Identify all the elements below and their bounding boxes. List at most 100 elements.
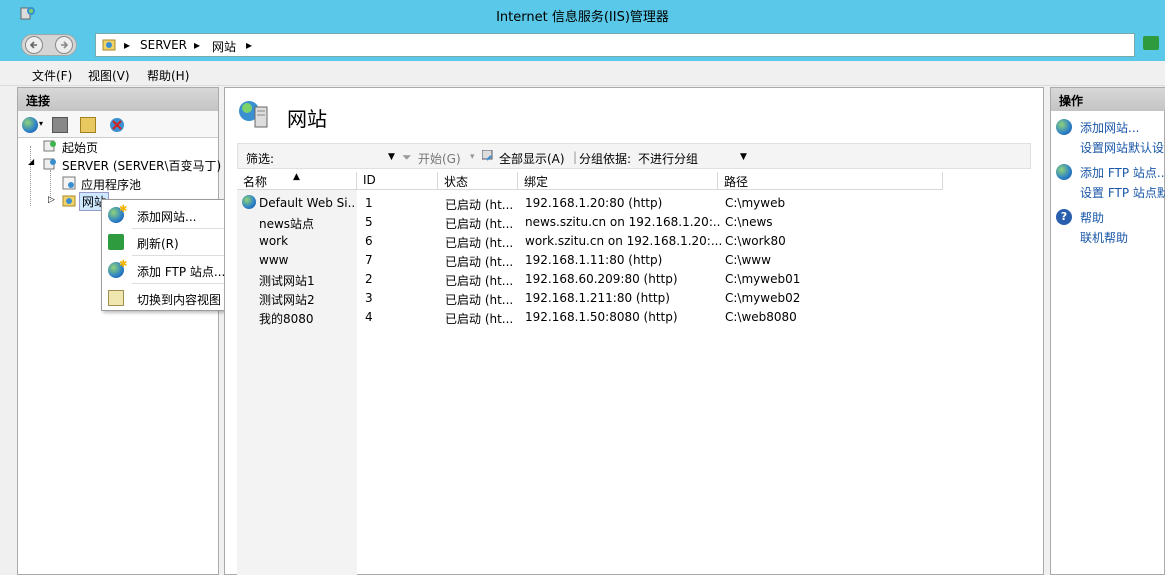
chevron-down-icon[interactable]: ▼ (740, 152, 747, 162)
cell-status: 已启动 (ht... (445, 236, 514, 250)
cell-binding: 192.168.1.211:80 (http) (525, 291, 670, 305)
dropdown-arrow-icon[interactable]: ▾ (39, 119, 43, 128)
cell-name: Default Web Si... (259, 196, 355, 210)
action-set-website-defaults[interactable]: 设置网站默认设 (1080, 139, 1164, 156)
column-header-name[interactable]: 名称 ▲ (237, 172, 357, 190)
action-add-ftp-site[interactable]: 添加 FTP 站点... (1080, 164, 1165, 181)
cell-binding: 192.168.60.209:80 (http) (525, 272, 678, 286)
add-website-icon (1056, 119, 1072, 135)
refresh-icon[interactable] (1143, 36, 1159, 50)
site-icon (242, 195, 256, 209)
cell-binding: 192.168.1.50:8080 (http) (525, 310, 678, 324)
table-row[interactable]: Default Web Si... 1 已启动 (ht... 192.168.1.20… (237, 193, 1031, 212)
column-header-status[interactable]: 状态 (438, 172, 518, 190)
window-title: Internet 信息服务(IIS)管理器 (496, 10, 669, 25)
cell-path: C:\myweb02 (725, 291, 801, 305)
connections-pane: 连接 ▾ 起始页 ◢ SERVER (SERVER\百变马丁) 应用程序池 ▷ … (17, 87, 221, 575)
breadcrumb-sites[interactable]: 网站 (212, 38, 236, 55)
column-header-label: ID (363, 173, 376, 187)
chevron-right-icon: ▸ (246, 38, 253, 52)
chevron-right-icon: ▸ (124, 38, 131, 52)
sort-asc-icon: ▲ (293, 172, 300, 182)
disconnect-icon[interactable] (109, 117, 125, 133)
column-header-path[interactable]: 路径 (718, 172, 943, 190)
funnel-icon[interactable]: ⏷ (402, 150, 412, 165)
cell-binding: 192.168.1.11:80 (http) (525, 253, 663, 267)
cell-binding: news.szitu.cn on 192.168.1.20:... (525, 215, 721, 229)
menu-view[interactable]: 视图(V) (88, 67, 130, 84)
chevron-down-icon[interactable]: ▾ (470, 152, 475, 162)
cell-id: 1 (365, 196, 373, 210)
show-all-icon (481, 149, 496, 165)
context-menu-label: 添加网站... (137, 210, 197, 224)
action-set-ftp-defaults[interactable]: 设置 FTP 站点默 (1080, 184, 1165, 201)
context-menu-label: 切换到内容视图 (137, 293, 222, 307)
group-by-select[interactable]: 不进行分组 (638, 150, 698, 167)
context-menu-label: 添加 FTP 站点... (137, 265, 226, 279)
cell-status: 已启动 (ht... (445, 217, 514, 231)
cell-name: 测试网站1 (259, 274, 315, 288)
cell-status: 已启动 (ht... (445, 293, 514, 307)
title-bar: Internet 信息服务(IIS)管理器 (0, 0, 1165, 29)
sites-heading-icon (237, 99, 271, 131)
connect-icon[interactable] (22, 117, 38, 133)
nav-buttons (21, 34, 77, 56)
table-row[interactable]: 我的8080 4 已启动 (ht... 192.168.1.50:8080 (http… (237, 307, 1031, 326)
filter-input[interactable] (278, 147, 398, 165)
address-box[interactable]: ▸ SERVER ▸ 网站 ▸ (95, 33, 1135, 57)
table-row[interactable]: work 6 已启动 (ht... work.szitu.cn on 192.168.… (237, 231, 1031, 250)
add-ftp-icon (1056, 164, 1072, 180)
cell-name: www (259, 253, 289, 267)
cell-id: 7 (365, 253, 373, 267)
tree-item-server[interactable]: SERVER (SERVER\百变马丁) (62, 157, 221, 174)
chevron-down-icon[interactable]: ▼ (388, 152, 395, 162)
content-view-icon (108, 290, 124, 306)
breadcrumb-server[interactable]: SERVER (140, 38, 187, 52)
cell-path: C:\myweb01 (725, 272, 801, 286)
cell-id: 3 (365, 291, 373, 305)
collapse-arrow-icon[interactable]: ◢ (28, 157, 34, 166)
cell-path: C:\web8080 (725, 310, 797, 324)
menu-bar: 文件(F) 视图(V) 帮助(H) (0, 61, 1165, 86)
table-row[interactable]: news站点 5 已启动 (ht... news.szitu.cn on 192.16… (237, 212, 1031, 231)
column-header-binding[interactable]: 绑定 (518, 172, 718, 190)
action-help[interactable]: 帮助 (1080, 209, 1104, 226)
cell-path: C:\news (725, 215, 773, 229)
tree-item-app-pools[interactable]: 应用程序池 (81, 176, 141, 193)
cell-id: 6 (365, 234, 373, 248)
filter-label: 筛选: (246, 152, 275, 166)
column-header-label: 状态 (444, 175, 469, 189)
column-header-id[interactable]: ID (357, 172, 438, 190)
cell-id: 4 (365, 310, 373, 324)
table-row[interactable]: 测试网站2 3 已启动 (ht... 192.168.1.211:80 (http) C… (237, 288, 1031, 307)
server-small-icon (102, 38, 116, 55)
cell-path: C:\myweb (725, 196, 786, 210)
cell-binding: 192.168.1.20:80 (http) (525, 196, 663, 210)
refresh-icon (108, 234, 124, 250)
start-page-icon (43, 139, 57, 153)
table-row[interactable]: www 7 已启动 (ht... 192.168.1.11:80 (http) C:\w… (237, 250, 1031, 269)
action-add-website[interactable]: 添加网站... (1080, 119, 1139, 136)
forward-button[interactable] (55, 36, 73, 54)
chevron-right-icon: ▸ (194, 38, 201, 52)
cell-name: work (259, 234, 289, 248)
tree-item-start-page[interactable]: 起始页 (62, 139, 98, 156)
cell-name: 我的8080 (259, 312, 314, 326)
menu-file[interactable]: 文件(F) (32, 67, 72, 84)
cell-id: 5 (365, 215, 373, 229)
up-folder-icon[interactable] (80, 117, 96, 133)
save-icon[interactable] (52, 117, 68, 133)
cell-status: 已启动 (ht... (445, 255, 514, 269)
show-all-button[interactable]: 全部显示(A) (499, 150, 565, 167)
expand-arrow-icon[interactable]: ▷ (48, 195, 55, 205)
back-button[interactable] (25, 36, 43, 54)
menu-help[interactable]: 帮助(H) (147, 67, 189, 84)
cell-name: news站点 (259, 217, 315, 231)
app-pools-icon (62, 176, 76, 190)
toolbar-divider: | (573, 150, 578, 164)
column-header-label: 绑定 (524, 175, 549, 189)
group-by-label: 分组依据: (579, 152, 632, 166)
start-filter-button[interactable]: 开始(G) (418, 150, 461, 167)
table-row[interactable]: 测试网站1 2 已启动 (ht... 192.168.60.209:80 (http)… (237, 269, 1031, 288)
action-online-help[interactable]: 联机帮助 (1080, 229, 1128, 246)
